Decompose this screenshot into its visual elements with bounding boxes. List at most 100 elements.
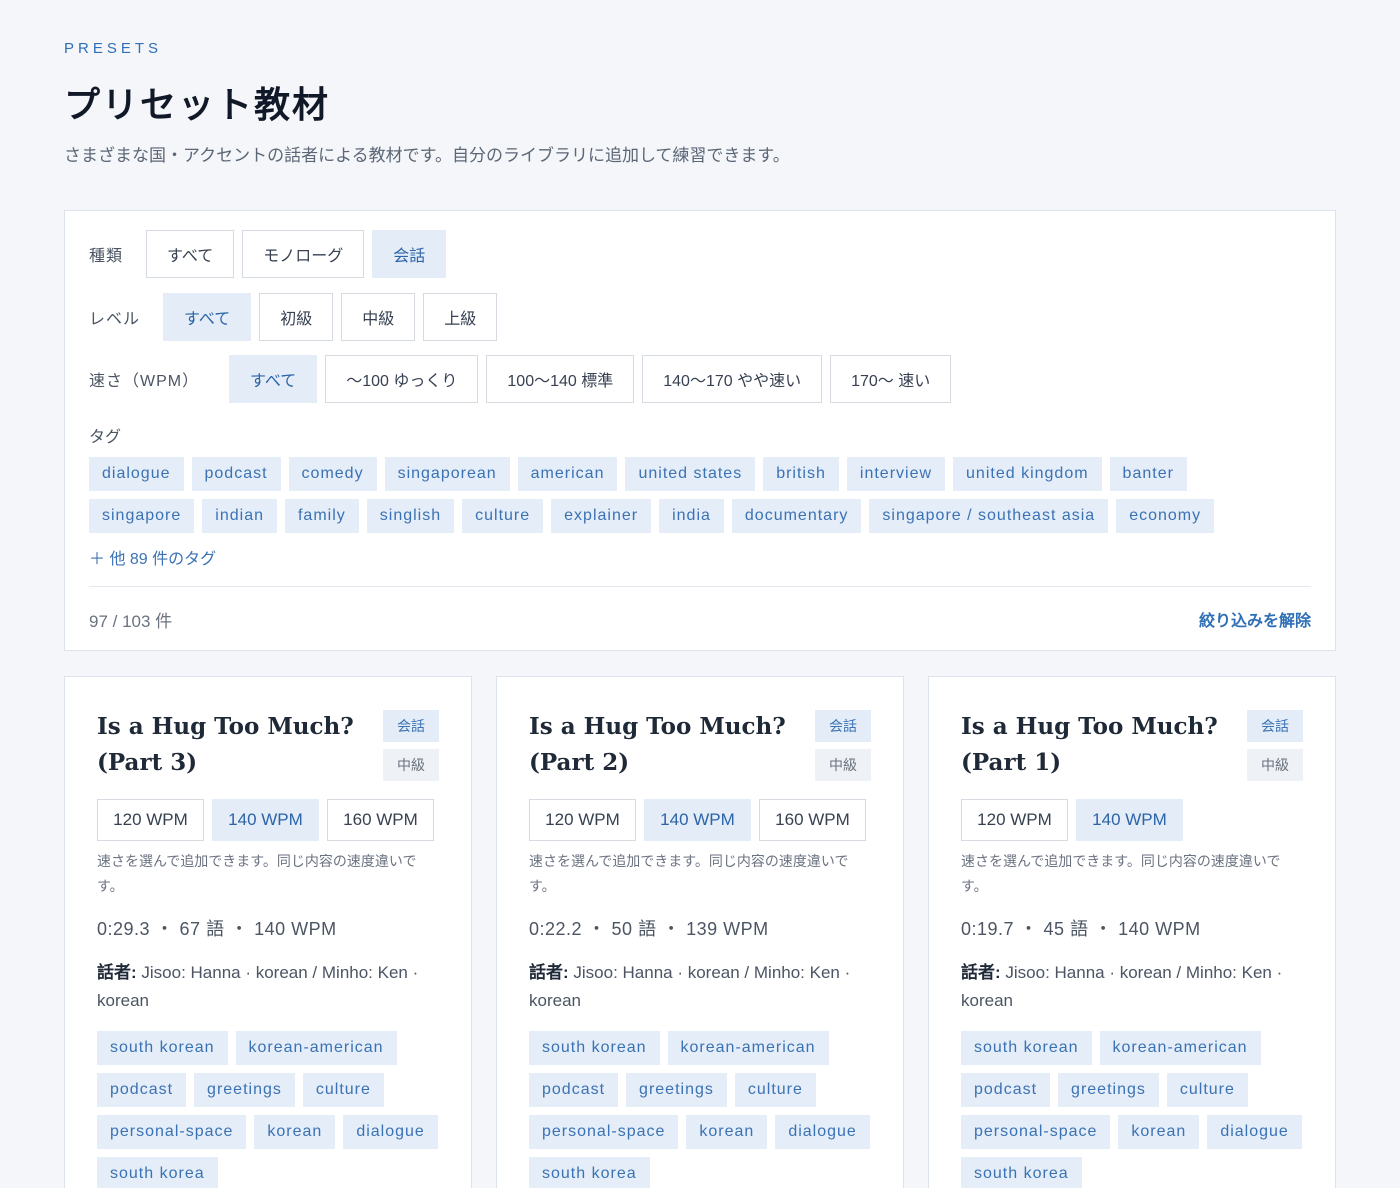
card-tag[interactable]: korean — [686, 1115, 768, 1149]
tag-filter-chip[interactable]: culture — [462, 499, 544, 533]
card-tag[interactable]: greetings — [194, 1073, 295, 1107]
speed-filter-label: 速さ（WPM） — [89, 373, 200, 390]
speed-filter-option[interactable]: すべて — [229, 355, 318, 403]
speed-options: 120 WPM 140 WPM 160 WPM — [97, 799, 442, 841]
tag-filter-chip[interactable]: united states — [625, 457, 756, 491]
card-tag[interactable]: south korean — [97, 1031, 228, 1065]
tag-filter-chip[interactable]: dialogue — [89, 457, 184, 491]
card-tag[interactable]: culture — [734, 1073, 816, 1107]
card-tag[interactable]: dialogue — [775, 1115, 870, 1149]
speed-option-button[interactable]: 120 WPM — [97, 799, 204, 841]
card-tag[interactable]: korean — [254, 1115, 336, 1149]
type-filter-option[interactable]: モノローグ — [242, 230, 365, 278]
card-tag[interactable]: culture — [1166, 1073, 1248, 1107]
tag-filter-chip[interactable]: singapore / southeast asia — [869, 499, 1109, 533]
speakers-label: 話者: — [529, 963, 569, 982]
type-filter-row: 種類 すべて モノローグ 会話 — [89, 230, 454, 278]
card-tag[interactable]: greetings — [626, 1073, 727, 1107]
tag-filter-chip[interactable]: singapore — [89, 499, 195, 533]
preset-card: Is a Hug Too Much? (Part 3) 会話 中級 120 WPM 14… — [64, 676, 472, 1188]
speed-option-button[interactable]: 160 WPM — [759, 799, 866, 841]
card-tag[interactable]: korean-american — [667, 1031, 829, 1065]
tag-filter-chip[interactable]: singaporean — [384, 457, 510, 491]
level-filter-option[interactable]: 初級 — [259, 293, 334, 341]
tag-filter-chip[interactable]: united kingdom — [953, 457, 1102, 491]
card-tag[interactable]: podcast — [529, 1073, 619, 1107]
card-tag[interactable]: personal-space — [961, 1115, 1111, 1149]
tag-filter-chip[interactable]: explainer — [551, 499, 652, 533]
speed-filter-options: すべて 〜100 ゆっくり 100〜140 標準 140〜170 やや速い 170〜 速… — [229, 355, 959, 403]
speed-option-button[interactable]: 140 WPM — [212, 799, 319, 841]
level-filter-label: レベル — [89, 311, 141, 328]
speed-option-button[interactable]: 160 WPM — [327, 799, 434, 841]
tag-filter-chip[interactable]: singlish — [366, 499, 455, 533]
level-filter-option[interactable]: 上級 — [423, 293, 498, 341]
type-filter-option[interactable]: 会話 — [372, 230, 447, 278]
card-tag[interactable]: dialogue — [343, 1115, 438, 1149]
tag-filter-chip[interactable]: economy — [1116, 499, 1215, 533]
speed-filter-option[interactable]: 170〜 速い — [830, 355, 952, 403]
speed-hint: 速さを選んで追加できます。同じ内容の速度違いです。 — [961, 853, 1281, 894]
card-title[interactable]: Is a Hug Too Much? (Part 2) — [529, 709, 799, 781]
tag-filter-chip[interactable]: american — [517, 457, 618, 491]
card-tag[interactable]: south korea — [529, 1157, 650, 1188]
speed-option-button[interactable]: 120 WPM — [529, 799, 636, 841]
tag-filter-chip[interactable]: indian — [202, 499, 277, 533]
speed-filter-option[interactable]: 100〜140 標準 — [486, 355, 635, 403]
speed-hint: 速さを選んで追加できます。同じ内容の速度違いです。 — [529, 853, 849, 894]
card-tag[interactable]: korean-american — [1099, 1031, 1261, 1065]
card-tag[interactable]: personal-space — [97, 1115, 247, 1149]
tag-filter-chip[interactable]: british — [763, 457, 839, 491]
card-stats: 0:22.2 ・ 50 語 ・ 139 WPM — [529, 919, 769, 939]
card-title[interactable]: Is a Hug Too Much? (Part 1) — [961, 709, 1231, 781]
card-tag[interactable]: korean — [1118, 1115, 1200, 1149]
level-filter-option[interactable]: 中級 — [341, 293, 416, 341]
card-tag[interactable]: south korea — [97, 1157, 218, 1188]
speed-filter-option[interactable]: 〜100 ゆっくり — [325, 355, 479, 403]
level-badge: 中級 — [1247, 749, 1303, 781]
card-stats: 0:29.3 ・ 67 語 ・ 140 WPM — [97, 919, 337, 939]
page-title: プリセット教材 — [64, 84, 331, 126]
divider — [89, 586, 1311, 587]
tag-filter-chip[interactable]: comedy — [288, 457, 377, 491]
card-tag[interactable]: personal-space — [529, 1115, 679, 1149]
card-tag[interactable]: culture — [302, 1073, 384, 1107]
tags-filter-label: タグ — [89, 429, 122, 446]
level-filter-option[interactable]: すべて — [163, 293, 252, 341]
speed-filter-option[interactable]: 140〜170 やや速い — [642, 355, 823, 403]
speed-option-button[interactable]: 140 WPM — [1076, 799, 1183, 841]
card-tag[interactable]: podcast — [961, 1073, 1051, 1107]
type-filter-label: 種類 — [89, 248, 124, 265]
speakers-value: Jisoo: Hanna · korean / Minho: Ken · kor… — [529, 963, 851, 1010]
preset-card: Is a Hug Too Much? (Part 2) 会話 中級 120 WPM 14… — [496, 676, 904, 1188]
filter-panel: 種類 すべて モノローグ 会話 レベル すべて 初級 中級 上級 速さ（WPM） すべて〜… — [64, 210, 1336, 651]
card-tag[interactable]: dialogue — [1207, 1115, 1302, 1149]
type-filter-option[interactable]: すべて — [146, 230, 235, 278]
speed-filter-row: 速さ（WPM） すべて 〜100 ゆっくり 100〜140 標準 140〜170 やや… — [89, 355, 959, 403]
card-tag[interactable]: south korea — [961, 1157, 1082, 1188]
tag-row-1: dialogue podcast comedy singaporean american… — [89, 457, 1195, 491]
card-tag[interactable]: podcast — [97, 1073, 187, 1107]
tag-filter-chip[interactable]: india — [659, 499, 724, 533]
speed-options: 120 WPM 140 WPM — [961, 799, 1191, 841]
speakers-info: 話者: Jisoo: Hanna · korean / Minho: Ken ·… — [97, 959, 442, 1015]
card-tags: south korean korean-american podcast greeti… — [529, 1031, 889, 1188]
speed-option-button[interactable]: 140 WPM — [644, 799, 751, 841]
tag-filter-chip[interactable]: documentary — [731, 499, 862, 533]
speakers-label: 話者: — [97, 963, 137, 982]
tag-row-2: singapore indian family singlish culture expl… — [89, 499, 1222, 533]
card-tag[interactable]: south korean — [529, 1031, 660, 1065]
card-tag[interactable]: south korean — [961, 1031, 1092, 1065]
preset-card: Is a Hug Too Much? (Part 1) 会話 中級 120 WPM 14… — [928, 676, 1336, 1188]
tag-filter-chip[interactable]: family — [284, 499, 359, 533]
speed-options: 120 WPM 140 WPM 160 WPM — [529, 799, 874, 841]
tag-filter-chip[interactable]: banter — [1109, 457, 1187, 491]
card-tag[interactable]: korean-american — [235, 1031, 397, 1065]
card-title[interactable]: Is a Hug Too Much? (Part 3) — [97, 709, 367, 781]
speed-option-button[interactable]: 120 WPM — [961, 799, 1068, 841]
clear-filters-button[interactable]: 絞り込みを解除 — [1199, 607, 1311, 631]
tag-filter-chip[interactable]: interview — [846, 457, 946, 491]
tag-filter-chip[interactable]: podcast — [191, 457, 281, 491]
more-tags-link[interactable]: ＋ 他 89 件のタグ — [89, 545, 216, 569]
card-tag[interactable]: greetings — [1058, 1073, 1159, 1107]
